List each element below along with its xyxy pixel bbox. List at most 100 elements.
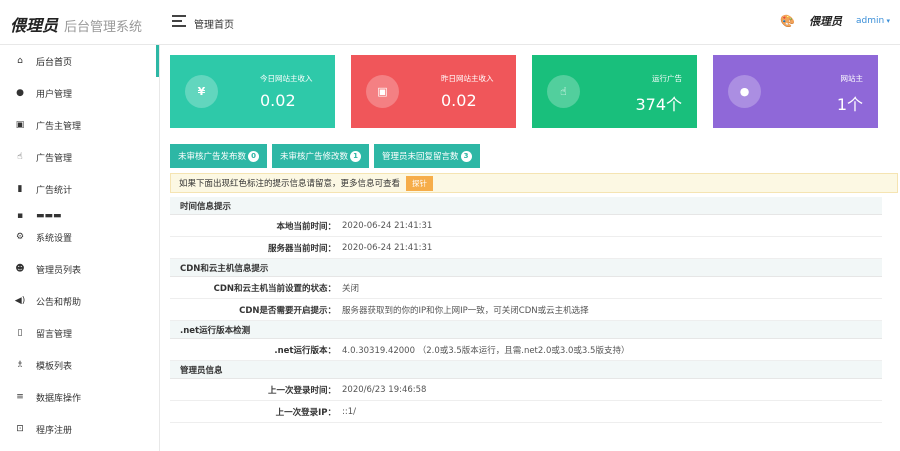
lock-icon: ⊡: [16, 424, 24, 434]
sidebar-item-ad-stats[interactable]: ▮ 广告统计: [0, 173, 159, 205]
sidebar-item-label: 用户管理: [36, 89, 73, 100]
button-label: 未审核广告修改数: [280, 152, 349, 162]
stat-value: 0.02: [441, 91, 477, 110]
stat-card-running-ads[interactable]: ☝ 运行广告 374个: [532, 55, 697, 128]
section-header: 时间信息提示: [170, 197, 882, 215]
info-row: 上一次登录时间： 2020/6/23 19:46:58: [170, 379, 882, 401]
info-key: 上一次登录时间：: [267, 385, 336, 396]
hand-icon: ☝: [547, 75, 580, 108]
sidebar-item-label: 系统设置: [36, 233, 73, 244]
info-value: 关闭: [342, 283, 360, 294]
id-card-icon: ▣: [15, 120, 25, 130]
sidebar-item-database[interactable]: ≡ 数据库操作: [0, 381, 159, 413]
info-key: CDN是否需要开启提示：: [239, 305, 336, 316]
info-row: 服务器当前时间： 2020-06-24 21:41:31: [170, 237, 882, 259]
stat-label: 今日网站主收入: [260, 74, 313, 83]
info-key: 上一次登录IP：: [275, 407, 336, 418]
user-icon: ●: [728, 75, 761, 108]
sidebar-item-partial[interactable]: ▪ ▬▬▬: [0, 205, 159, 221]
sidebar-item-label: 后台首页: [36, 57, 73, 68]
logo[interactable]: 偎理员 后台管理系统: [10, 12, 142, 36]
info-key: CDN和云主机当前设置的状态：: [213, 283, 336, 294]
hand-icon: ☝: [17, 152, 23, 162]
sidebar-item-label: 数据库操作: [36, 393, 82, 404]
count-badge: 3: [460, 150, 472, 162]
top-bar: 偎理员 后台管理系统 管理首页 🎨 偎理员 admin: [0, 0, 900, 45]
info-row: 本地当前时间： 2020-06-24 21:41:31: [170, 215, 882, 237]
yen-icon: ¥: [185, 75, 218, 108]
sidebar-item-label: 广告主管理: [36, 121, 82, 132]
page-title: 管理首页: [194, 20, 234, 31]
sidebar: ⌂ 后台首页 ● 用户管理 ▣ 广告主管理 ☝ 广告管理 ▮ 广告统计 ▪ ▬▬▬…: [0, 45, 160, 451]
info-value: 2020-06-24 21:41:31: [342, 242, 433, 253]
info-row: .net运行版本： 4.0.30319.42000 （2.0或3.5版本运行，且…: [170, 339, 882, 361]
shirt-icon: ♗: [15, 360, 25, 370]
info-panel: 时间信息提示 本地当前时间： 2020-06-24 21:41:31 服务器当前…: [170, 197, 882, 423]
probe-button[interactable]: 探针: [406, 175, 434, 191]
section-header: CDN和云主机信息提示: [170, 259, 882, 277]
gear-icon: ⚙: [15, 232, 25, 242]
sidebar-item-label: 广告统计: [36, 185, 73, 196]
user-mark: 偎理员: [809, 15, 843, 28]
sidebar-item-settings[interactable]: ⚙ 系统设置: [0, 221, 159, 253]
logo-mark: 偎理员: [10, 16, 59, 35]
info-row: 上一次登录IP： ::1/: [170, 401, 882, 423]
sidebar-item-register[interactable]: ⊡ 程序注册: [0, 413, 159, 445]
sidebar-item-label: 模板列表: [36, 361, 73, 372]
info-value: 2020/6/23 19:46:58: [342, 384, 427, 395]
stats-row: ¥ 今日网站主收入 0.02 ▣ 昨日网站主收入 0.02 ☝ 运行广告 374…: [170, 55, 900, 128]
info-value: 服务器获取到的你的IP和你上网IP一致，可关闭CDN或云主机选择: [342, 305, 589, 316]
info-key: 本地当前时间：: [276, 221, 336, 232]
sidebar-item-label: 程序注册: [36, 425, 73, 436]
stat-card-site-owners[interactable]: ● 网站主 1个: [713, 55, 878, 128]
sidebar-item-announcements[interactable]: ◀) 公告和帮助: [0, 285, 159, 317]
sidebar-item-label: 管理员列表: [36, 265, 82, 276]
stat-card-today-income[interactable]: ¥ 今日网站主收入 0.02: [170, 55, 335, 128]
sidebar-item-admins[interactable]: ☻ 管理员列表: [0, 253, 159, 285]
home-icon: ⌂: [17, 56, 23, 66]
count-badge: 0: [248, 150, 260, 162]
button-label: 未审核广告发布数: [178, 152, 247, 162]
section-header: 管理员信息: [170, 361, 882, 379]
notice-text: 如果下面出现红色标注的提示信息请留意，更多信息可查看: [179, 179, 401, 189]
clipboard-icon: ▯: [17, 328, 23, 338]
unreplied-messages-button[interactable]: 管理员未回复留言数 3: [374, 144, 480, 168]
database-icon: ≡: [16, 392, 24, 402]
bar-chart-icon: ▮: [17, 184, 23, 194]
menu-toggle-icon[interactable]: [172, 15, 186, 27]
info-key: .net运行版本：: [274, 345, 336, 356]
info-value: ::1/: [342, 406, 356, 417]
info-row: CDN是否需要开启提示： 服务器获取到的你的IP和你上网IP一致，可关闭CDN或…: [170, 299, 882, 321]
info-key: 服务器当前时间：: [267, 243, 336, 254]
mask-icon: ☻: [15, 264, 25, 274]
stat-value: 1个: [836, 95, 863, 114]
speaker-icon: ◀): [14, 296, 26, 306]
stat-label: 网站主: [840, 74, 864, 83]
sidebar-item-ads[interactable]: ☝ 广告管理: [0, 141, 159, 173]
sidebar-item-home[interactable]: ⌂ 后台首页: [0, 45, 159, 77]
info-value: 4.0.30319.42000 （2.0或3.5版本运行，且需.net2.0或3…: [342, 345, 630, 356]
logo-text: 后台管理系统: [64, 20, 143, 35]
sidebar-item-templates[interactable]: ♗ 模板列表: [0, 349, 159, 381]
user-icon: ●: [16, 88, 24, 98]
stat-label: 运行广告: [652, 74, 682, 83]
sidebar-item-label: 留言管理: [36, 329, 73, 340]
unreviewed-ads-button[interactable]: 未审核广告发布数 0: [170, 144, 268, 168]
admin-dropdown[interactable]: admin: [856, 16, 890, 26]
stat-card-yesterday-income[interactable]: ▣ 昨日网站主收入 0.02: [351, 55, 516, 128]
stat-value: 0.02: [260, 91, 296, 110]
pending-buttons: 未审核广告发布数 0 未审核广告修改数 1 管理员未回复留言数 3: [170, 144, 900, 168]
sidebar-item-label: 广告管理: [36, 153, 73, 164]
chess-icon: ▣: [366, 75, 399, 108]
sidebar-item-messages[interactable]: ▯ 留言管理: [0, 317, 159, 349]
button-label: 管理员未回复留言数: [382, 152, 459, 162]
sidebar-item-advertisers[interactable]: ▣ 广告主管理: [0, 109, 159, 141]
palette-icon[interactable]: 🎨: [780, 14, 795, 28]
section-header: .net运行版本检测: [170, 321, 882, 339]
main-content: ¥ 今日网站主收入 0.02 ▣ 昨日网站主收入 0.02 ☝ 运行广告 374…: [160, 45, 900, 451]
sidebar-item-users[interactable]: ● 用户管理: [0, 77, 159, 109]
notice-bar: 如果下面出现红色标注的提示信息请留意，更多信息可查看 探针: [170, 173, 898, 193]
info-value: 2020-06-24 21:41:31: [342, 220, 433, 231]
unreviewed-edits-button[interactable]: 未审核广告修改数 1: [272, 144, 370, 168]
stat-label: 昨日网站主收入: [441, 74, 494, 83]
